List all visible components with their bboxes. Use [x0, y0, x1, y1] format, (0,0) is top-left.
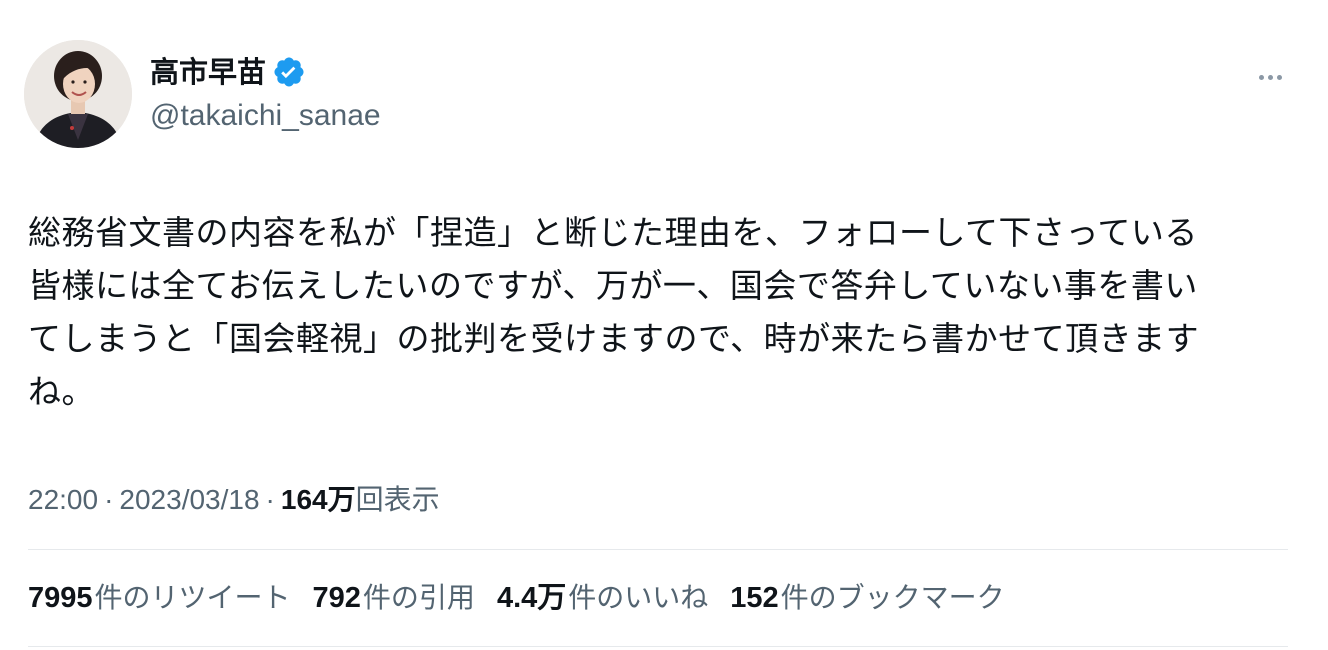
author-name[interactable]: 高市早苗: [150, 52, 306, 92]
views-label: 回表示: [355, 484, 440, 515]
author-name-text: 高市早苗: [150, 55, 267, 89]
engagement-stats: 7995件のリツイート 792件の引用 4.4万件のいいね 152件のブックマー…: [28, 576, 1027, 620]
bookmarks-stat[interactable]: 152件のブックマーク: [730, 576, 1004, 620]
meta-separator: ·: [104, 484, 114, 515]
likes-stat[interactable]: 4.4万件のいいね: [497, 576, 708, 620]
tweet-date[interactable]: 2023/03/18: [119, 484, 259, 515]
views-count: 164万: [280, 484, 356, 515]
author-handle[interactable]: @takaichi_sanae: [150, 96, 381, 136]
quotes-count: 792: [312, 582, 361, 614]
avatar[interactable]: [24, 40, 132, 148]
tweet-text: 総務省文書の内容を私が「捏造」と断じた理由を、フォローして下さっている 皆様には…: [28, 213, 1200, 411]
more-options-button[interactable]: [1250, 60, 1290, 88]
more-horizontal-icon: [1257, 65, 1284, 84]
retweets-count: 7995: [28, 582, 93, 614]
tweet: 高市早苗 @takaichi_sanae 総務省文書の内容を私が「捏造」と断じた…: [0, 0, 1328, 650]
likes-count: 4.4万: [496, 582, 567, 614]
bookmarks-count: 152: [730, 582, 779, 614]
divider: [28, 549, 1288, 550]
quotes-stat[interactable]: 792件の引用: [313, 576, 475, 620]
retweets-stat[interactable]: 7995件のリツイート: [28, 576, 291, 620]
avatar-image: [24, 40, 132, 148]
bookmarks-label: 件のブックマーク: [780, 581, 1005, 614]
likes-label: 件のいいね: [568, 581, 709, 614]
retweets-label: 件のリツイート: [94, 581, 291, 614]
tweet-time[interactable]: 22:00: [28, 484, 98, 515]
quotes-label: 件の引用: [362, 581, 475, 614]
verified-badge-icon[interactable]: [272, 55, 306, 89]
divider: [28, 646, 1288, 647]
meta-separator: ·: [265, 484, 275, 515]
tweet-meta: 22:00 · 2023/03/18 · 164万回表示: [28, 478, 440, 522]
